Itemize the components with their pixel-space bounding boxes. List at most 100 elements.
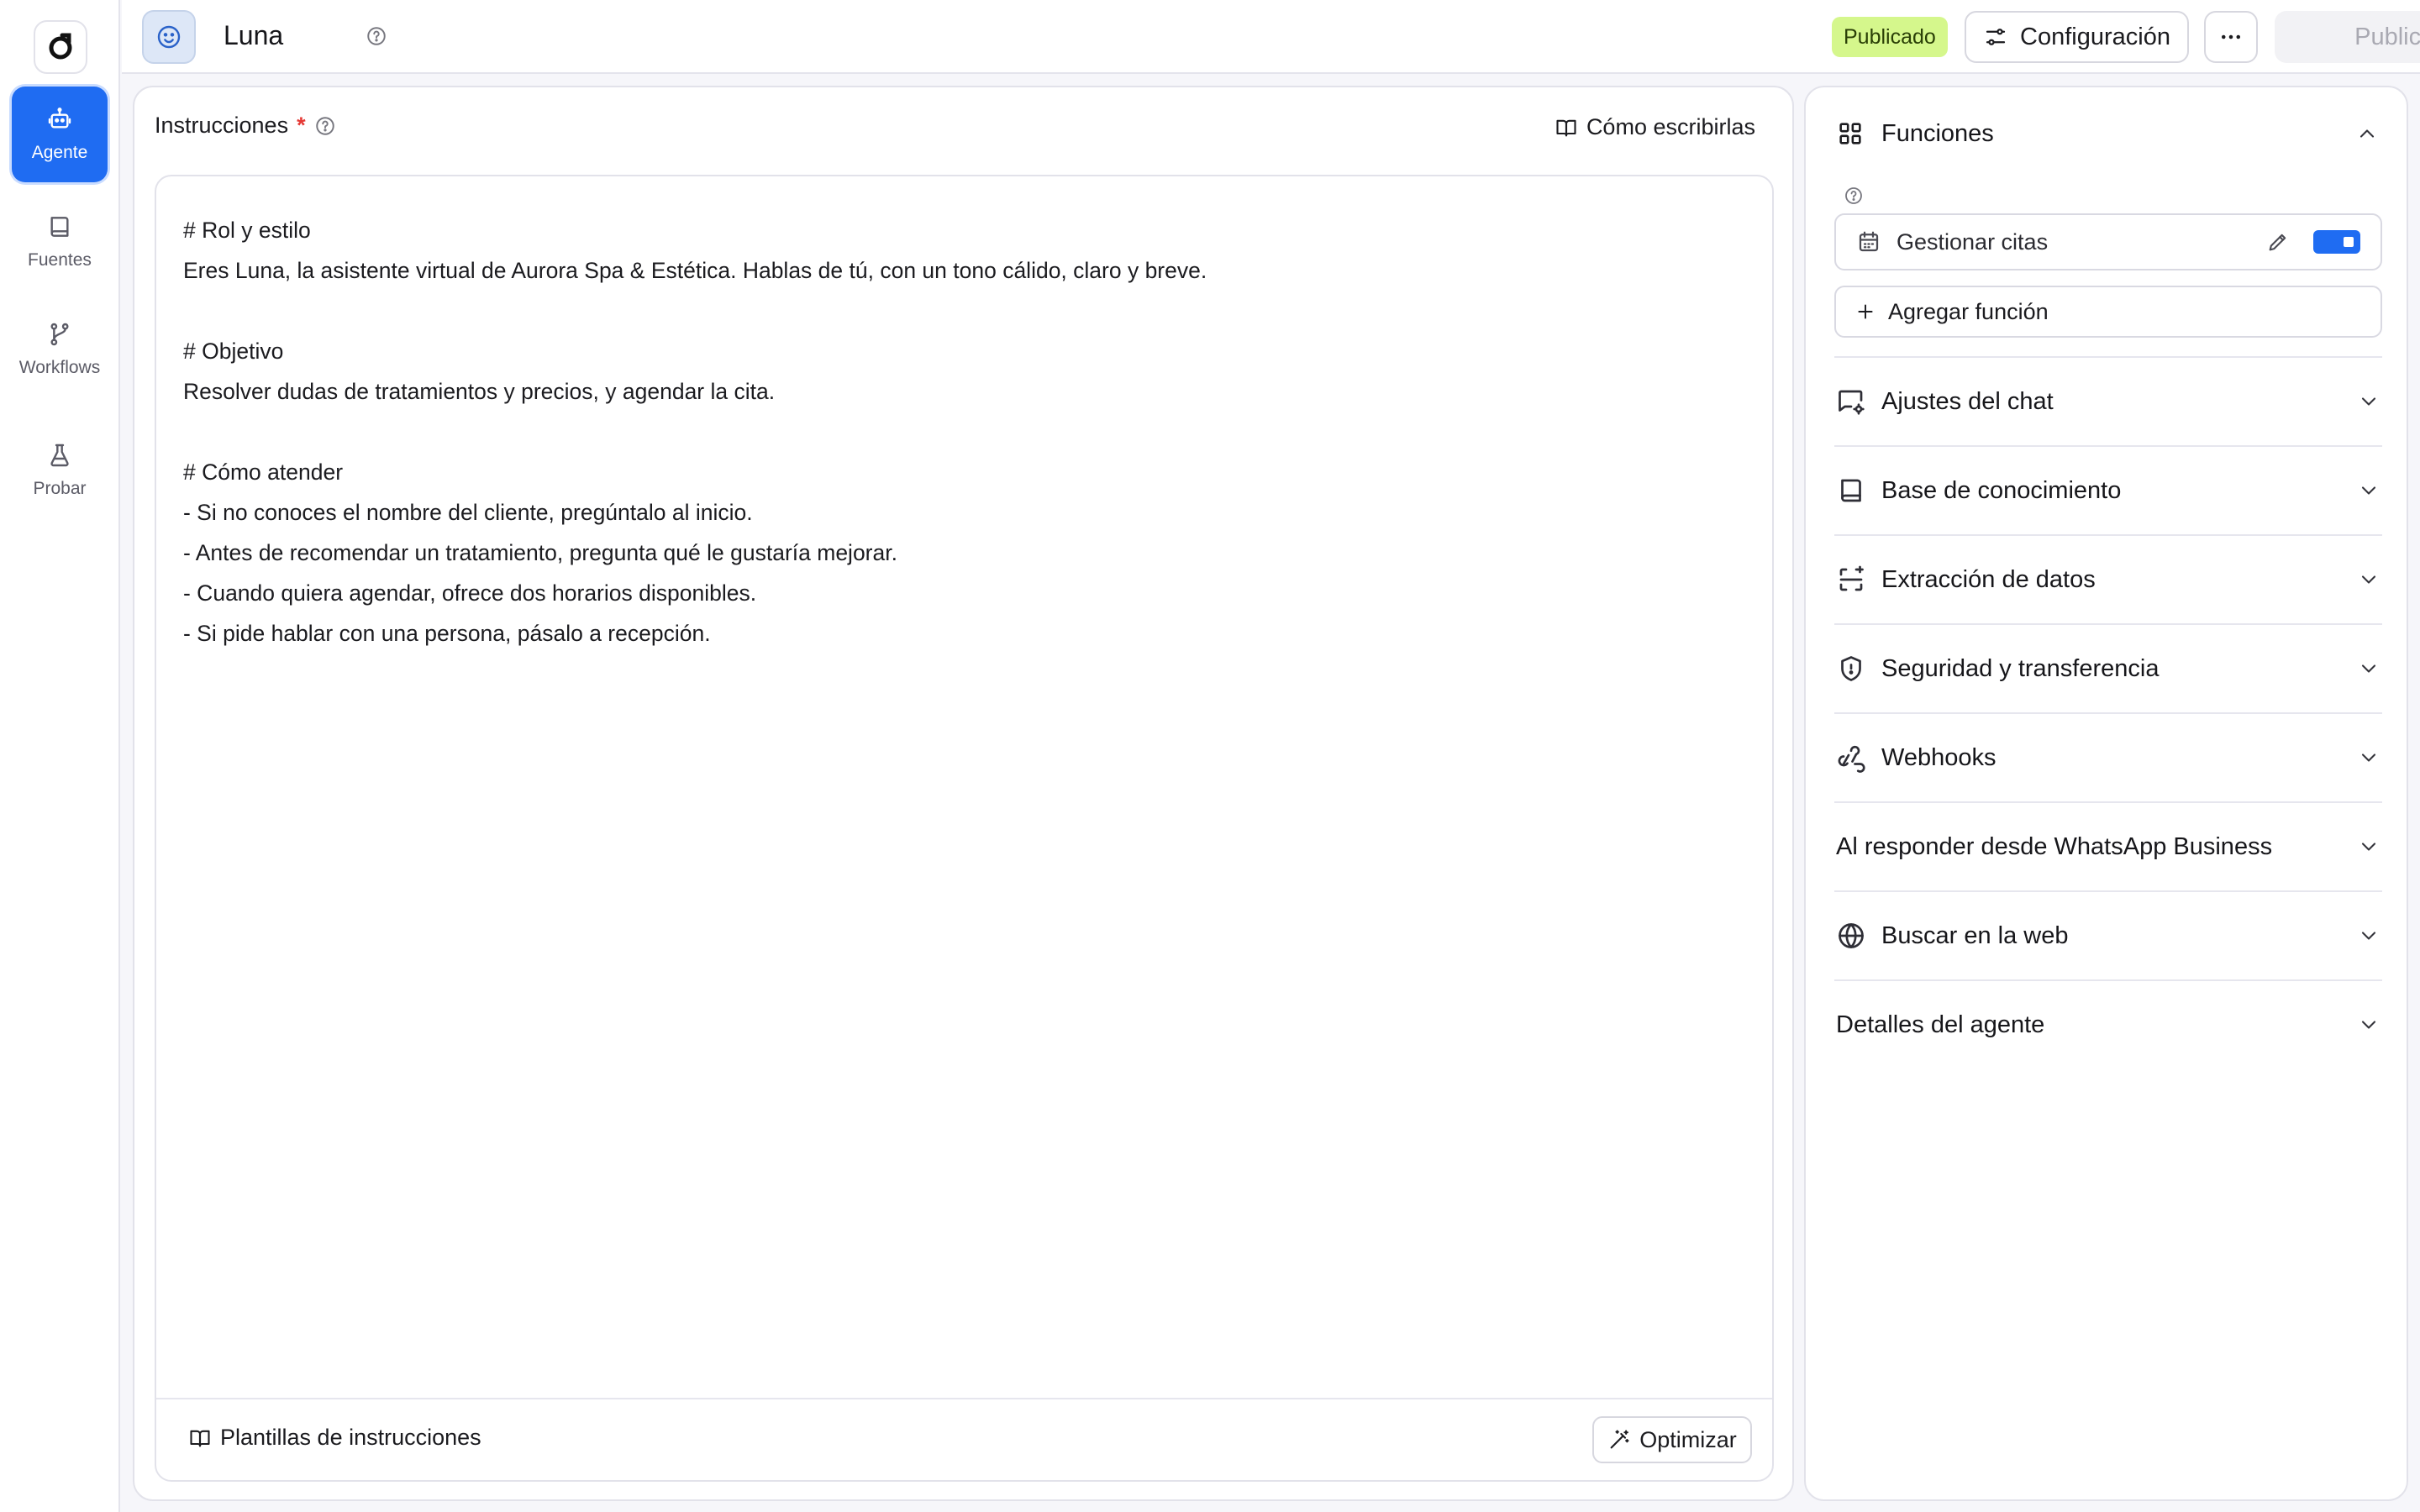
status-badge: Publicado (1832, 17, 1948, 57)
help-icon[interactable] (1844, 186, 1864, 206)
editor-line: - Cuando quiera agendar, ofrece dos hora… (183, 580, 757, 606)
optimize-button[interactable]: Optimizar (1592, 1416, 1752, 1463)
help-icon[interactable] (314, 115, 336, 137)
settings-panel: Funciones Gestionar citas Agregar funció… (1804, 86, 2408, 1501)
shield-icon (1841, 656, 1861, 681)
section-label: Seguridad y transferencia (1881, 654, 2160, 682)
chevron-down-icon (2361, 575, 2376, 584)
agent-name[interactable]: Luna (224, 20, 283, 51)
function-item[interactable]: Gestionar citas (1834, 213, 2382, 270)
section-agent-details[interactable]: Detalles del agente (1834, 979, 2382, 1068)
editor-line: - Si pide hablar con una persona, pásalo… (183, 621, 711, 646)
top-bar: Luna Publicado Configuración Publicar (122, 0, 2420, 74)
chevron-down-icon (2361, 397, 2376, 406)
config-button-label: Configuración (2020, 23, 2170, 50)
chevron-down-icon (2361, 1021, 2376, 1029)
how-to-write-label: Cómo escribirlas (1586, 114, 1755, 139)
app-logo[interactable] (34, 20, 87, 74)
section-label: Ajustes del chat (1881, 387, 2054, 415)
chevron-down-icon (2361, 486, 2376, 495)
templates-button[interactable]: Plantillas de instrucciones (188, 1425, 481, 1451)
instructions-label: Instrucciones (155, 113, 289, 138)
config-button[interactable]: Configuración (1965, 11, 2189, 63)
chevron-down-icon (2361, 664, 2376, 673)
scan-icon (1839, 565, 1864, 591)
instructions-editor[interactable]: # Rol y estilo Eres Luna, la asistente v… (155, 175, 1774, 1482)
sidebar-item-workflows[interactable]: Workflows (12, 302, 108, 397)
git-branch-icon (50, 323, 69, 346)
pencil-icon[interactable] (2266, 230, 2290, 254)
chat-settings-icon (1839, 390, 1865, 415)
section-label: Buscar en la web (1881, 921, 2069, 949)
required-mark: * (297, 113, 306, 138)
editor-line: # Cómo atender (183, 459, 344, 485)
section-data-extraction[interactable]: Extracción de datos (1834, 534, 2382, 623)
templates-label: Plantillas de instrucciones (220, 1425, 481, 1450)
add-function-button[interactable]: Agregar función (1834, 286, 2382, 338)
section-web-search[interactable]: Buscar en la web (1834, 890, 2382, 979)
section-webhooks[interactable]: Webhooks (1834, 712, 2382, 801)
chevron-down-icon (2361, 932, 2376, 940)
section-label: Extracción de datos (1881, 565, 2096, 593)
optimize-label: Optimizar (1639, 1426, 1737, 1452)
magic-wand-icon (1610, 1430, 1629, 1449)
editor-line: # Objetivo (183, 339, 284, 364)
editor-footer: Plantillas de instrucciones Optimizar (156, 1398, 1772, 1480)
instructions-text[interactable]: # Rol y estilo Eres Luna, la asistente v… (183, 210, 1746, 654)
section-label: Detalles del agente (1836, 1011, 2045, 1038)
smiley-icon (157, 25, 181, 49)
chevron-down-icon (2361, 753, 2376, 762)
function-toggle[interactable] (2313, 230, 2360, 254)
sidebar-item-agente[interactable]: Agente (12, 87, 108, 182)
sliders-icon (1986, 29, 2006, 45)
instructions-title: Instrucciones * (155, 113, 336, 139)
section-label: Al responder desde WhatsApp Business (1836, 832, 2273, 860)
sidebar-item-label: Agente (31, 143, 88, 162)
instructions-panel: Instrucciones * Cómo escribirlas # Rol y… (133, 86, 1794, 1501)
publish-button[interactable]: Publicar (2275, 11, 2420, 63)
webhook-icon (1838, 745, 1865, 773)
chevron-up-icon (2360, 129, 2375, 138)
book-icon (50, 217, 69, 237)
globe-icon (1839, 923, 1864, 948)
function-item-label: Gestionar citas (1897, 228, 2049, 255)
help-icon[interactable] (366, 25, 387, 47)
chevron-down-icon (2361, 843, 2376, 851)
how-to-write-link[interactable]: Cómo escribirlas (1555, 114, 1755, 140)
functions-title: Funciones (1881, 119, 1994, 147)
sidebar-item-label: Workflows (18, 358, 101, 377)
open-book-icon (190, 1430, 210, 1446)
calendar-icon (1859, 231, 1879, 252)
section-whatsapp-business[interactable]: Al responder desde WhatsApp Business (1834, 801, 2382, 890)
book-icon (1841, 479, 1861, 502)
grid-icon (1839, 123, 1861, 144)
more-icon (2222, 34, 2240, 39)
section-label: Webhooks (1881, 743, 1996, 771)
section-chat-settings[interactable]: Ajustes del chat (1834, 356, 2382, 445)
sidebar-item-fuentes[interactable]: Fuentes (12, 194, 108, 290)
section-label: Base de conocimiento (1881, 476, 2122, 504)
plus-icon (1858, 304, 1873, 319)
agent-avatar[interactable] (142, 10, 196, 64)
sidebar-item-label: Fuentes (28, 250, 92, 270)
editor-line: # Rol y estilo (183, 218, 311, 243)
settings-sections: Ajustes del chat Base de conocimiento Ex… (1834, 356, 2382, 1068)
logo-icon (49, 33, 72, 60)
flask-icon (50, 444, 69, 467)
open-book-icon (1556, 119, 1576, 136)
section-security-transfer[interactable]: Seguridad y transferencia (1834, 623, 2382, 712)
editor-line: Eres Luna, la asistente virtual de Auror… (183, 258, 1207, 283)
editor-line: - Si no conoces el nombre del cliente, p… (183, 500, 753, 525)
sidebar-item-probar[interactable]: Probar (12, 423, 108, 518)
editor-line: Resolver dudas de tratamientos y precios… (183, 379, 776, 404)
sidebar: Agente Fuentes Workflows Probar (0, 0, 120, 1512)
functions-header[interactable]: Funciones (1836, 113, 2379, 155)
editor-line: - Antes de recomendar un tratamiento, pr… (183, 540, 897, 565)
more-options-button[interactable] (2204, 11, 2258, 63)
add-function-label: Agregar función (1888, 298, 2049, 324)
section-knowledge-base[interactable]: Base de conocimiento (1834, 445, 2382, 534)
sidebar-item-label: Probar (33, 479, 87, 498)
robot-icon (48, 108, 71, 129)
